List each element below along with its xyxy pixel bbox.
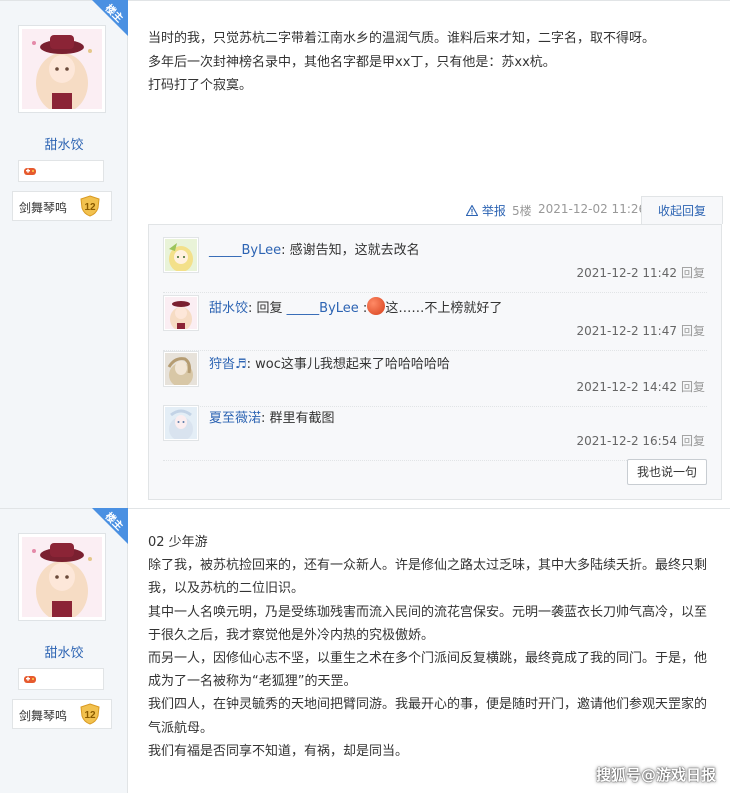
reply-meta: 2021-12-2 14:42 回复	[576, 378, 705, 395]
reply-username[interactable]: _____ByLee	[209, 243, 281, 258]
content-line: 02 少年游	[148, 535, 208, 550]
avatar[interactable]	[18, 533, 106, 621]
reply-text: 夏至薇渃: 群里有截图	[209, 407, 335, 426]
reply-button[interactable]: 回复	[681, 434, 705, 448]
level-shield-icon: 12	[80, 195, 100, 217]
reply-body: 群里有截图	[269, 411, 335, 426]
reply-username[interactable]: 狩沓♬	[209, 357, 247, 372]
collapse-replies-button[interactable]: 收起回复	[641, 196, 723, 224]
reply-avatar[interactable]	[163, 237, 199, 273]
reply-mention[interactable]: _____ByLee	[287, 301, 359, 316]
watermark: 搜狐号@游戏日报	[595, 766, 716, 784]
reply-body: 这……不上榜就好了	[385, 301, 503, 316]
content-line: 当时的我，只觉苏杭二字带着江南水乡的温润气质。谁料后来才知，二字名，取不得呀。	[148, 31, 656, 46]
reply-time: 2021-12-2 11:42	[576, 266, 677, 280]
anime-girl-avatar-icon	[22, 537, 102, 617]
user-sidebar: 甜水饺 剑舞琴鸣 12 楼主	[0, 0, 128, 508]
reply-button[interactable]: 回复	[681, 266, 705, 280]
op-badge: 楼主	[92, 508, 128, 544]
avatar[interactable]	[18, 25, 106, 113]
member-badge[interactable]	[18, 668, 104, 690]
reply-text: _____ByLee: 感谢告知，这就去改名	[209, 239, 420, 258]
gamepad-icon	[24, 676, 36, 683]
reply-avatar[interactable]	[163, 295, 199, 331]
reply-avatar-icon	[165, 353, 197, 385]
post-content: 02 少年游 除了我，被苏杭捡回来的，还有一众新人。许是修仙之路太过乏味，其中大…	[148, 531, 712, 763]
reply-separator: :	[261, 411, 270, 426]
reply-text: 狩沓♬: woc这事儿我想起来了哈哈哈哈哈	[209, 353, 450, 372]
reply-avatar[interactable]	[163, 405, 199, 441]
avatar-image	[22, 537, 102, 617]
content-line: 打码打了个寂寞。	[148, 78, 253, 93]
reply-button[interactable]: 回复	[681, 324, 705, 338]
level-badge[interactable]: 剑舞琴鸣 12	[12, 191, 112, 221]
content-line: 除了我，被苏杭捡回来的，还有一众新人。许是修仙之路太过乏味，其中大多陆续夭折。最…	[148, 558, 708, 597]
warning-icon	[465, 204, 479, 217]
reply-separator: :	[248, 301, 257, 316]
level-name: 剑舞琴鸣	[19, 709, 68, 723]
reply-item: 夏至薇渃: 群里有截图 2021-12-2 16:54 回复	[163, 405, 707, 461]
reply-avatar-icon	[165, 239, 197, 271]
report-link[interactable]: 举报	[465, 202, 506, 219]
reply-item: _____ByLee: 感谢告知，这就去改名 2021-12-2 11:42 回复	[163, 237, 707, 293]
reply-avatar-icon	[165, 297, 197, 329]
gamepad-icon	[24, 168, 36, 175]
content-line: 我们有福是否同享不知道，有祸，却是同当。	[148, 743, 409, 759]
report-label: 举报	[481, 204, 506, 218]
post-floor-next: 甜水饺 剑舞琴鸣 12 楼主 02 少年游 除了我，被苏杭捡回来的，还有一众新人…	[0, 508, 730, 793]
username[interactable]: 甜水饺	[0, 642, 128, 661]
username[interactable]: 甜水饺	[0, 134, 128, 153]
content-line: 其中一人名唤元明，乃是受练珈残害而流入民间的流花宫保安。元明一袭蓝衣长刀帅气高冷…	[148, 604, 708, 643]
level-name: 剑舞琴鸣	[19, 201, 68, 215]
post-time: 2021-12-02 11:26	[538, 202, 647, 216]
anime-girl-avatar-icon	[22, 29, 102, 109]
reply-avatar-icon	[165, 407, 197, 439]
reply-avatar[interactable]	[163, 351, 199, 387]
reply-text: 甜水饺: 回复 _____ByLee : 这……不上榜就好了	[209, 297, 502, 316]
reply-username[interactable]: 夏至薇渃	[209, 411, 261, 426]
floor-number: 5楼	[512, 204, 532, 218]
post-floor-5: 甜水饺 剑舞琴鸣 12 楼主 当时的我，只觉苏杭二字带着江南水乡的温润气质。谁料…	[0, 0, 730, 508]
reply-meta: 2021-12-2 11:47 回复	[576, 322, 705, 339]
reply-list: _____ByLee: 感谢告知，这就去改名 2021-12-2 11:42 回复	[148, 224, 722, 500]
reply-username[interactable]: 甜水饺	[209, 301, 248, 316]
avatar-image	[22, 29, 102, 109]
user-sidebar: 甜水饺 剑舞琴鸣 12 楼主	[0, 508, 128, 793]
level-number: 12	[84, 202, 96, 213]
add-comment-button[interactable]: 我也说一句	[627, 459, 707, 485]
post-meta: 举报 5楼 2021-12-02 11:26 收起回复	[148, 196, 723, 224]
reply-body: 感谢告知，这就去改名	[289, 243, 420, 258]
content-line: 我们四人，在钟灵毓秀的天地间把臂同游。我最开心的事，便是随时开门，邀请他们参观天…	[148, 697, 708, 736]
content-line: 多年后一次封神榜名录中，其他名字都是甲xx丁，只有他是：苏xx杭。	[148, 54, 556, 70]
reply-time: 2021-12-2 16:54	[576, 434, 677, 448]
reply-time: 2021-12-2 11:47	[576, 324, 677, 338]
member-badge[interactable]	[18, 160, 104, 182]
reply-meta: 2021-12-2 16:54 回复	[576, 432, 705, 449]
level-number: 12	[84, 710, 96, 721]
reply-prefix: 回复	[256, 301, 287, 316]
reply-item: 狩沓♬: woc这事儿我想起来了哈哈哈哈哈 2021-12-2 14:42 回复	[163, 351, 707, 407]
reply-body: woc这事儿我想起来了哈哈哈哈哈	[255, 357, 450, 372]
content-line: 而另一人，因修仙心志不坚，以重生之术在多个门派间反复横跳，最终竟成了我的同门。于…	[148, 651, 708, 690]
reply-separator: :	[281, 243, 290, 258]
op-badge: 楼主	[92, 0, 128, 36]
post-content: 当时的我，只觉苏杭二字带着江南水乡的温润气质。谁料后来才知，二字名，取不得呀。 …	[148, 27, 710, 98]
reply-item: 甜水饺: 回复 _____ByLee : 这……不上榜就好了 2021-12-2 …	[163, 295, 707, 351]
reply-time: 2021-12-2 14:42	[576, 380, 677, 394]
reply-separator: :	[246, 357, 256, 372]
reply-meta: 2021-12-2 11:42 回复	[576, 264, 705, 281]
reply-mention-colon: :	[358, 301, 368, 316]
level-badge[interactable]: 剑舞琴鸣 12	[12, 699, 112, 729]
reply-button[interactable]: 回复	[681, 380, 705, 394]
level-shield-icon: 12	[80, 703, 100, 725]
emoji-icon	[367, 297, 386, 315]
